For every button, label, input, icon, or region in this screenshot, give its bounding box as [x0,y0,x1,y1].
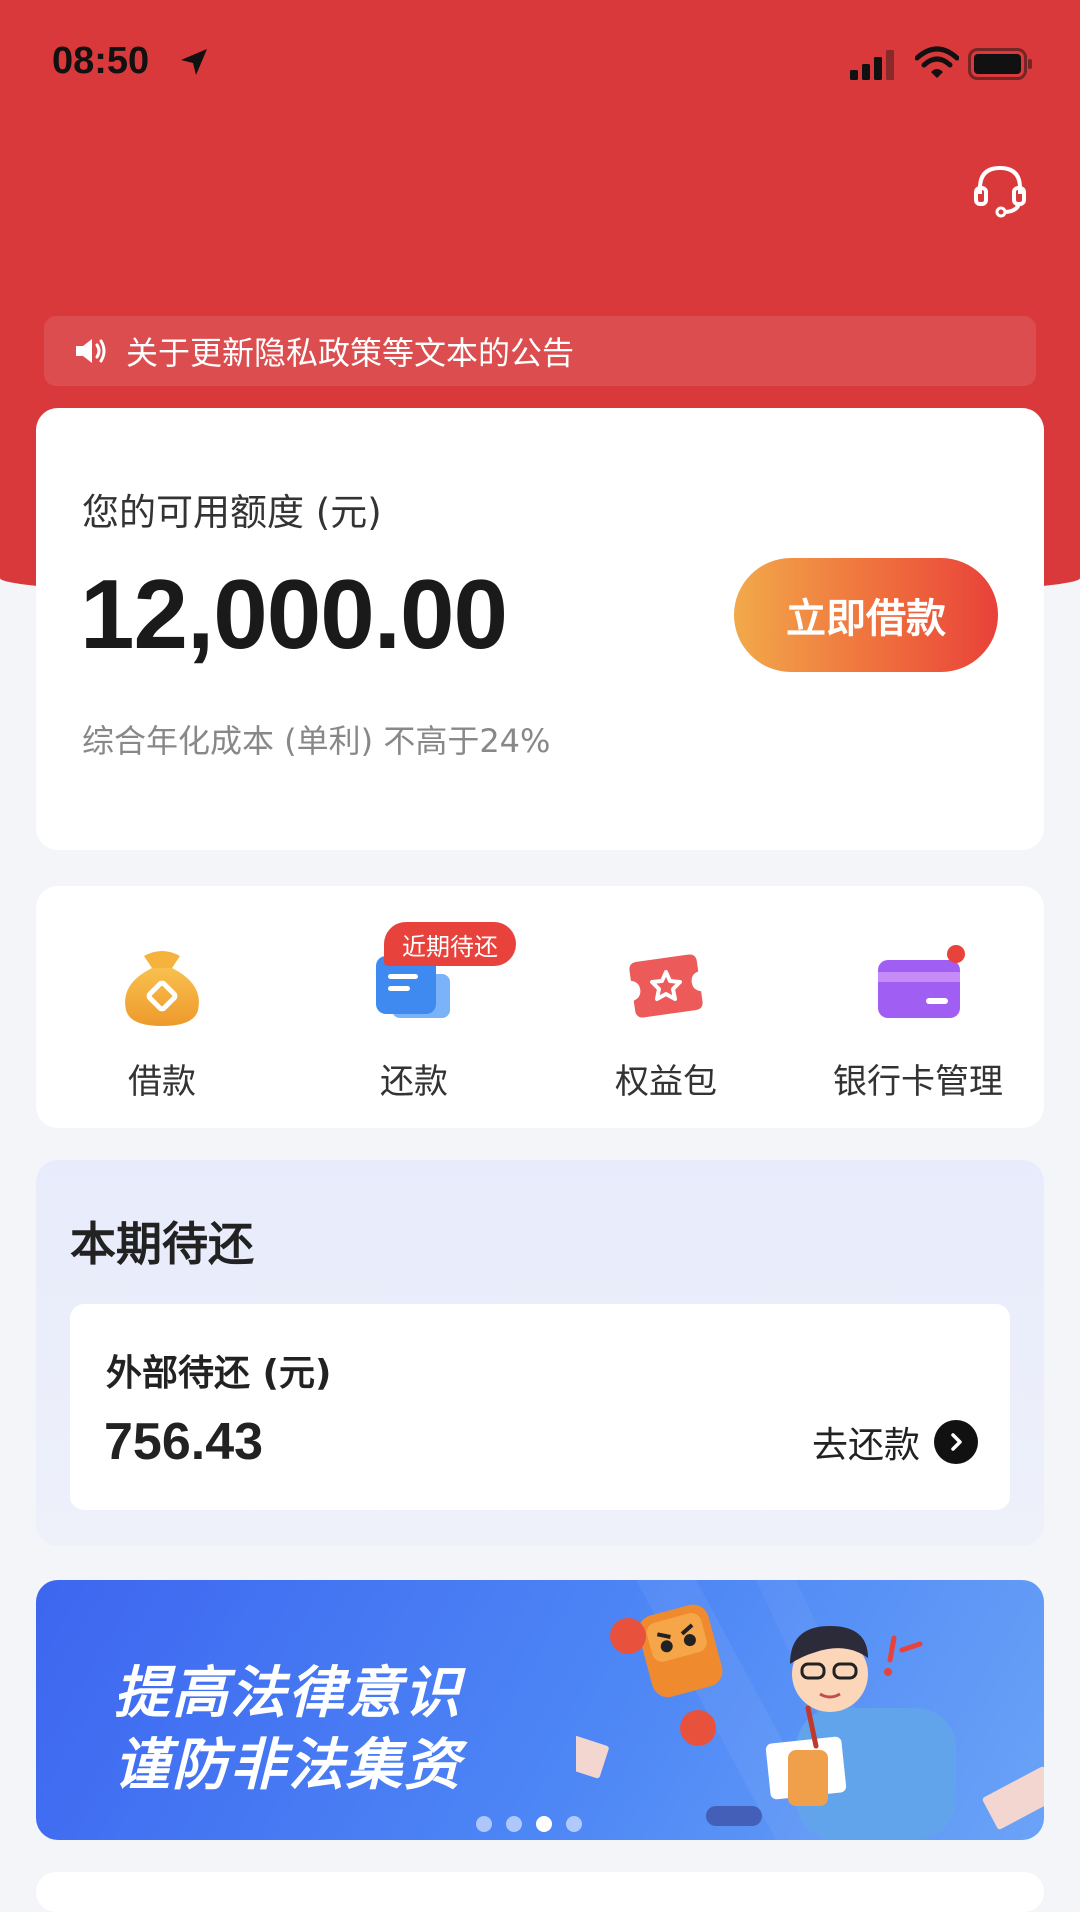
go-repay-button[interactable]: 去还款 [812,1416,978,1468]
repay-section-title: 本期待还 [70,1217,254,1271]
status-time: 08:50 [52,40,150,82]
credit-note: 综合年化成本 (单利) 不高于24% [82,722,551,760]
repay-section: 本期待还 外部待还 (元) 756.43 去还款 [36,1160,1044,1546]
pagination-dot[interactable] [506,1816,522,1832]
repay-label: 外部待还 (元) [106,1353,332,1394]
wifi-icon [915,46,959,78]
notice-bar[interactable]: 关于更新隐私政策等文本的公告 [44,316,1036,386]
pagination-dot[interactable] [566,1816,582,1832]
quick-menu-item-benefits[interactable]: 权益包 [540,886,792,1128]
money-bag-icon [125,951,199,1026]
bank-card-icon [878,945,965,1018]
quick-menu-item-borrow[interactable]: 借款 [36,886,288,1128]
coupon-icon [629,954,703,1018]
quick-menu: 借款 还款 权益包 银行卡管理 [36,886,1044,1128]
location-arrow-icon [181,49,207,75]
credit-label: 您的可用额度 (元) [82,491,382,534]
quick-menu-label: 还款 [380,1062,448,1102]
quick-menu-label: 权益包 [615,1062,717,1102]
signal-icon [850,50,894,80]
notice-text: 关于更新隐私政策等文本的公告 [126,334,575,372]
banner-line-1: 提高法律意识 [114,1661,462,1726]
repay-amount: 756.43 [104,1413,264,1471]
banner-line-2: 谨防非法集资 [114,1733,462,1798]
pagination-dot-active[interactable] [536,1816,552,1832]
next-section-card [36,1872,1044,1912]
repay-card[interactable]: 外部待还 (元) 756.43 去还款 [70,1304,1010,1510]
banner-illustration [576,1580,1044,1840]
repay-due-badge: 近期待还 [384,922,516,966]
quick-menu-item-bank-card[interactable]: 银行卡管理 [792,886,1044,1128]
quick-menu-label: 银行卡管理 [833,1062,1003,1102]
headset-icon[interactable] [970,160,1030,220]
status-bar: 08:50 [0,0,1080,130]
go-repay-label: 去还款 [811,1425,920,1466]
borrow-now-button[interactable]: 立即借款 [734,558,998,672]
speaker-icon [76,339,106,363]
credit-card: 您的可用额度 (元) 12,000.00 立即借款 综合年化成本 (单利) 不高… [36,408,1044,850]
battery-icon [968,48,1032,80]
chevron-right-icon [934,1420,978,1464]
pagination-dot[interactable] [476,1816,492,1832]
quick-menu-label: 借款 [128,1062,196,1102]
banner-pagination [476,1816,582,1832]
promo-banner[interactable]: 提高法律意识 谨防非法集资 [36,1580,1044,1840]
credit-amount: 12,000.00 [80,559,508,669]
